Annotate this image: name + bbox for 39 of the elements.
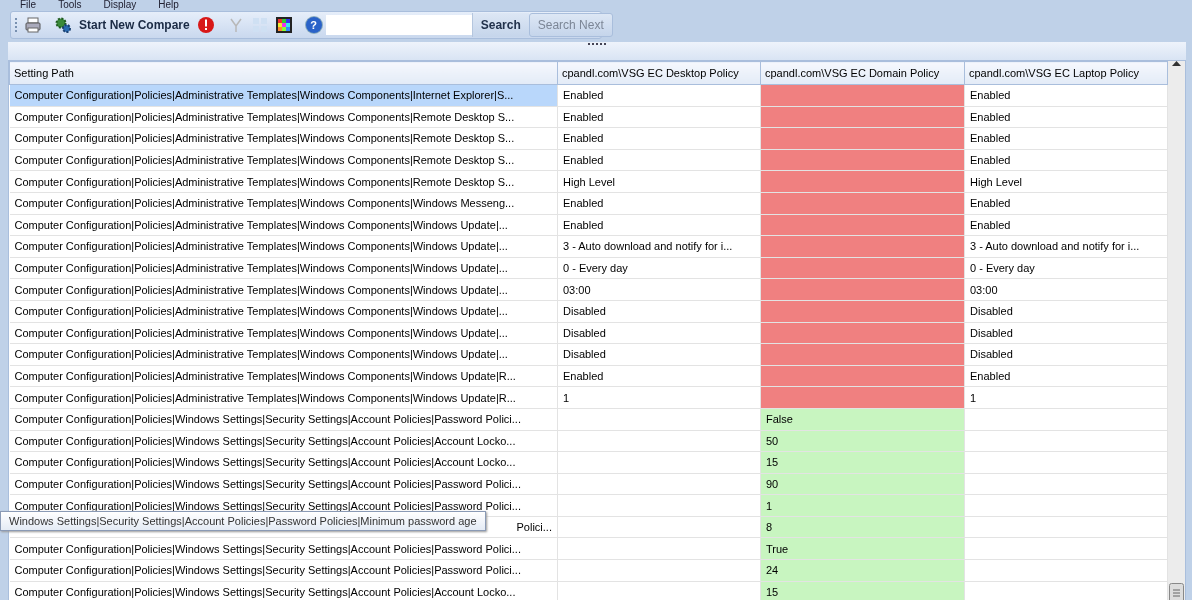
table-cell: Enabled: [964, 106, 1168, 128]
table-cell: 50: [760, 430, 965, 452]
table-cell: Disabled: [557, 322, 761, 344]
table-cell: 15: [760, 451, 965, 474]
table-cell: 90: [760, 473, 965, 495]
table-cell: 03:00: [557, 278, 761, 301]
table-cell: Disabled: [557, 343, 761, 366]
table-cell: False: [760, 408, 965, 430]
table-cell: Enabled: [557, 149, 761, 171]
table-cell: Enabled: [557, 192, 761, 215]
table-cell: 0 - Every day: [964, 257, 1168, 279]
table-cell: 24: [760, 559, 965, 582]
table-cell: Enabled: [557, 365, 761, 387]
table-cell: 3 - Auto download and notify for i...: [964, 235, 1168, 258]
table-cell: 1: [964, 386, 1168, 409]
table-cell: Enabled: [964, 127, 1168, 150]
table-cell: Enabled: [964, 365, 1168, 387]
tooltip: Windows Settings|Security Settings|Account Policies|Password Policies|Minimum password age: [0, 511, 486, 531]
table-cell: 8: [760, 516, 965, 538]
table-cell: Disabled: [964, 300, 1168, 323]
table-cell: 1: [557, 386, 761, 409]
table-cell: Enabled: [964, 84, 1168, 107]
table-cell: Enabled: [964, 149, 1168, 171]
table-cell: 3 - Auto download and notify for i...: [557, 235, 761, 258]
table-cell: 0 - Every day: [557, 257, 761, 279]
table-cell: Disabled: [557, 300, 761, 323]
table-cell: Disabled: [964, 343, 1168, 366]
table-cell: Enabled: [964, 192, 1168, 215]
table-cell: 1: [760, 494, 965, 517]
table-cell: Enabled: [557, 214, 761, 236]
table-cell: 03:00: [964, 278, 1168, 301]
table-cell: True: [760, 537, 965, 560]
table-cell: Enabled: [964, 214, 1168, 236]
table-cell: Disabled: [964, 322, 1168, 344]
table-cell: Enabled: [557, 127, 761, 150]
table-cell: Enabled: [557, 106, 761, 128]
table-cell: Enabled: [557, 84, 761, 107]
table-cell: High Level: [557, 170, 761, 193]
table-cell: High Level: [964, 170, 1168, 193]
